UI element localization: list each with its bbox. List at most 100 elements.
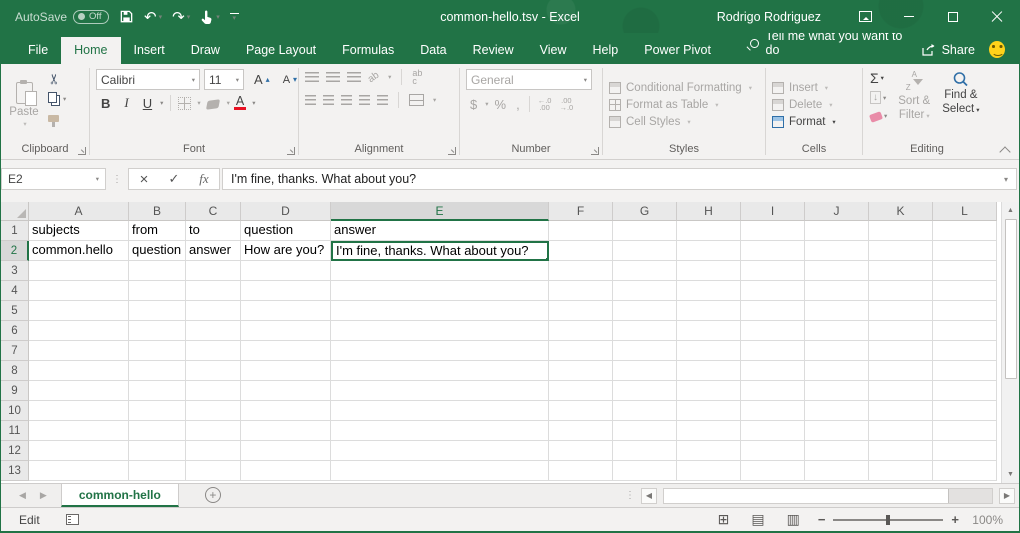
number-format-combo[interactable]: General▾ bbox=[466, 69, 592, 90]
decrease-indent-button[interactable] bbox=[359, 95, 370, 105]
cell-A8[interactable] bbox=[29, 361, 129, 381]
cell-J1[interactable] bbox=[805, 221, 869, 241]
increase-decimal-button[interactable]: ←.0 .00 bbox=[535, 97, 555, 112]
cell-D4[interactable] bbox=[241, 281, 331, 301]
percent-style-button[interactable]: % bbox=[491, 97, 511, 112]
undo-button[interactable]: ↶▾ bbox=[144, 8, 162, 26]
cell-D1[interactable]: question bbox=[241, 221, 331, 241]
cell-J9[interactable] bbox=[805, 381, 869, 401]
fill-color-button[interactable] bbox=[206, 99, 220, 110]
cell-E11[interactable] bbox=[331, 421, 549, 441]
cell-D11[interactable] bbox=[241, 421, 331, 441]
cell-E3[interactable] bbox=[331, 261, 549, 281]
cell-I6[interactable] bbox=[741, 321, 805, 341]
cell-D2[interactable]: How are you? bbox=[241, 241, 331, 261]
cell-E1[interactable]: answer bbox=[331, 221, 549, 241]
cell-I1[interactable] bbox=[741, 221, 805, 241]
cell-G13[interactable] bbox=[613, 461, 677, 481]
format-cells-button[interactable]: Format▾ bbox=[768, 115, 840, 129]
row-header-12[interactable]: 12 bbox=[1, 441, 29, 461]
cell-L6[interactable] bbox=[933, 321, 997, 341]
column-header-K[interactable]: K bbox=[869, 202, 933, 221]
expand-formula-bar-button[interactable]: ▾ bbox=[1004, 175, 1008, 184]
vertical-scroll-thumb[interactable] bbox=[1005, 219, 1017, 379]
autosave-toggle[interactable]: AutoSave Off bbox=[15, 10, 109, 24]
cell-I5[interactable] bbox=[741, 301, 805, 321]
share-button[interactable]: Share bbox=[911, 43, 985, 64]
column-header-E[interactable]: E bbox=[331, 202, 549, 221]
cell-K8[interactable] bbox=[869, 361, 933, 381]
cut-button[interactable]: ✂ bbox=[45, 71, 69, 87]
cell-C5[interactable] bbox=[186, 301, 241, 321]
cell-J6[interactable] bbox=[805, 321, 869, 341]
borders-dropdown[interactable]: ▾ bbox=[197, 99, 200, 107]
cell-E8[interactable] bbox=[331, 361, 549, 381]
cell-J8[interactable] bbox=[805, 361, 869, 381]
save-button[interactable] bbox=[119, 9, 134, 24]
cell-C13[interactable] bbox=[186, 461, 241, 481]
orientation-button[interactable]: ab bbox=[366, 69, 381, 84]
cell-G2[interactable] bbox=[613, 241, 677, 261]
middle-align-button[interactable] bbox=[326, 72, 340, 82]
user-name[interactable]: Rodrigo Rodriguez bbox=[717, 10, 821, 24]
row-header-9[interactable]: 9 bbox=[1, 381, 29, 401]
cell-D8[interactable] bbox=[241, 361, 331, 381]
cell-H5[interactable] bbox=[677, 301, 741, 321]
font-color-button[interactable]: A bbox=[234, 96, 246, 110]
align-left-button[interactable] bbox=[305, 95, 316, 105]
cell-I8[interactable] bbox=[741, 361, 805, 381]
cell-J10[interactable] bbox=[805, 401, 869, 421]
touch-mode-dropdown[interactable]: ▾ bbox=[216, 13, 220, 21]
clipboard-dialog-launcher[interactable] bbox=[78, 147, 86, 155]
italic-button[interactable]: I bbox=[119, 94, 133, 112]
name-box-dropdown[interactable]: ▾ bbox=[96, 175, 99, 183]
tab-data[interactable]: Data bbox=[407, 37, 459, 64]
hscroll-right-arrow[interactable]: ▶ bbox=[999, 488, 1015, 504]
cell-B11[interactable] bbox=[129, 421, 186, 441]
column-header-C[interactable]: C bbox=[186, 202, 241, 221]
cell-G12[interactable] bbox=[613, 441, 677, 461]
cell-B2[interactable]: question bbox=[129, 241, 186, 261]
orientation-dropdown[interactable]: ▾ bbox=[388, 73, 391, 81]
cell-E6[interactable] bbox=[331, 321, 549, 341]
cell-L3[interactable] bbox=[933, 261, 997, 281]
cell-C2[interactable]: answer bbox=[186, 241, 241, 261]
cell-H11[interactable] bbox=[677, 421, 741, 441]
center-button[interactable] bbox=[323, 95, 334, 105]
cell-E12[interactable] bbox=[331, 441, 549, 461]
horizontal-scroll-thumb[interactable] bbox=[664, 489, 949, 503]
cell-A10[interactable] bbox=[29, 401, 129, 421]
format-as-table-button[interactable]: Format as Table▾ bbox=[605, 98, 756, 112]
cell-F6[interactable] bbox=[549, 321, 613, 341]
cell-A3[interactable] bbox=[29, 261, 129, 281]
cell-F7[interactable] bbox=[549, 341, 613, 361]
cell-K9[interactable] bbox=[869, 381, 933, 401]
zoom-slider-thumb[interactable] bbox=[886, 515, 890, 525]
font-size-combo[interactable]: 11▾ bbox=[204, 69, 244, 90]
zoom-in-button[interactable]: + bbox=[951, 512, 959, 527]
font-dialog-launcher[interactable] bbox=[287, 147, 295, 155]
autosum-button[interactable]: Σ▾ bbox=[867, 69, 890, 87]
vertical-scrollbar[interactable]: ▲ ▼ bbox=[1001, 202, 1019, 483]
cell-A5[interactable] bbox=[29, 301, 129, 321]
tab-home[interactable]: Home bbox=[61, 37, 120, 64]
cell-H13[interactable] bbox=[677, 461, 741, 481]
format-painter-button[interactable] bbox=[45, 111, 69, 124]
cell-L1[interactable] bbox=[933, 221, 997, 241]
cell-A4[interactable] bbox=[29, 281, 129, 301]
cell-I11[interactable] bbox=[741, 421, 805, 441]
collapse-ribbon-button[interactable] bbox=[1001, 145, 1009, 153]
cell-D5[interactable] bbox=[241, 301, 331, 321]
row-header-10[interactable]: 10 bbox=[1, 401, 29, 421]
cell-C12[interactable] bbox=[186, 441, 241, 461]
copy-button[interactable]: ▾ bbox=[45, 90, 69, 108]
cell-D10[interactable] bbox=[241, 401, 331, 421]
row-header-1[interactable]: 1 bbox=[1, 221, 29, 241]
cell-C4[interactable] bbox=[186, 281, 241, 301]
undo-dropdown[interactable]: ▾ bbox=[159, 13, 163, 21]
cell-A13[interactable] bbox=[29, 461, 129, 481]
cell-L11[interactable] bbox=[933, 421, 997, 441]
cancel-button[interactable]: × bbox=[129, 171, 159, 188]
cell-K6[interactable] bbox=[869, 321, 933, 341]
top-align-button[interactable] bbox=[305, 72, 319, 82]
